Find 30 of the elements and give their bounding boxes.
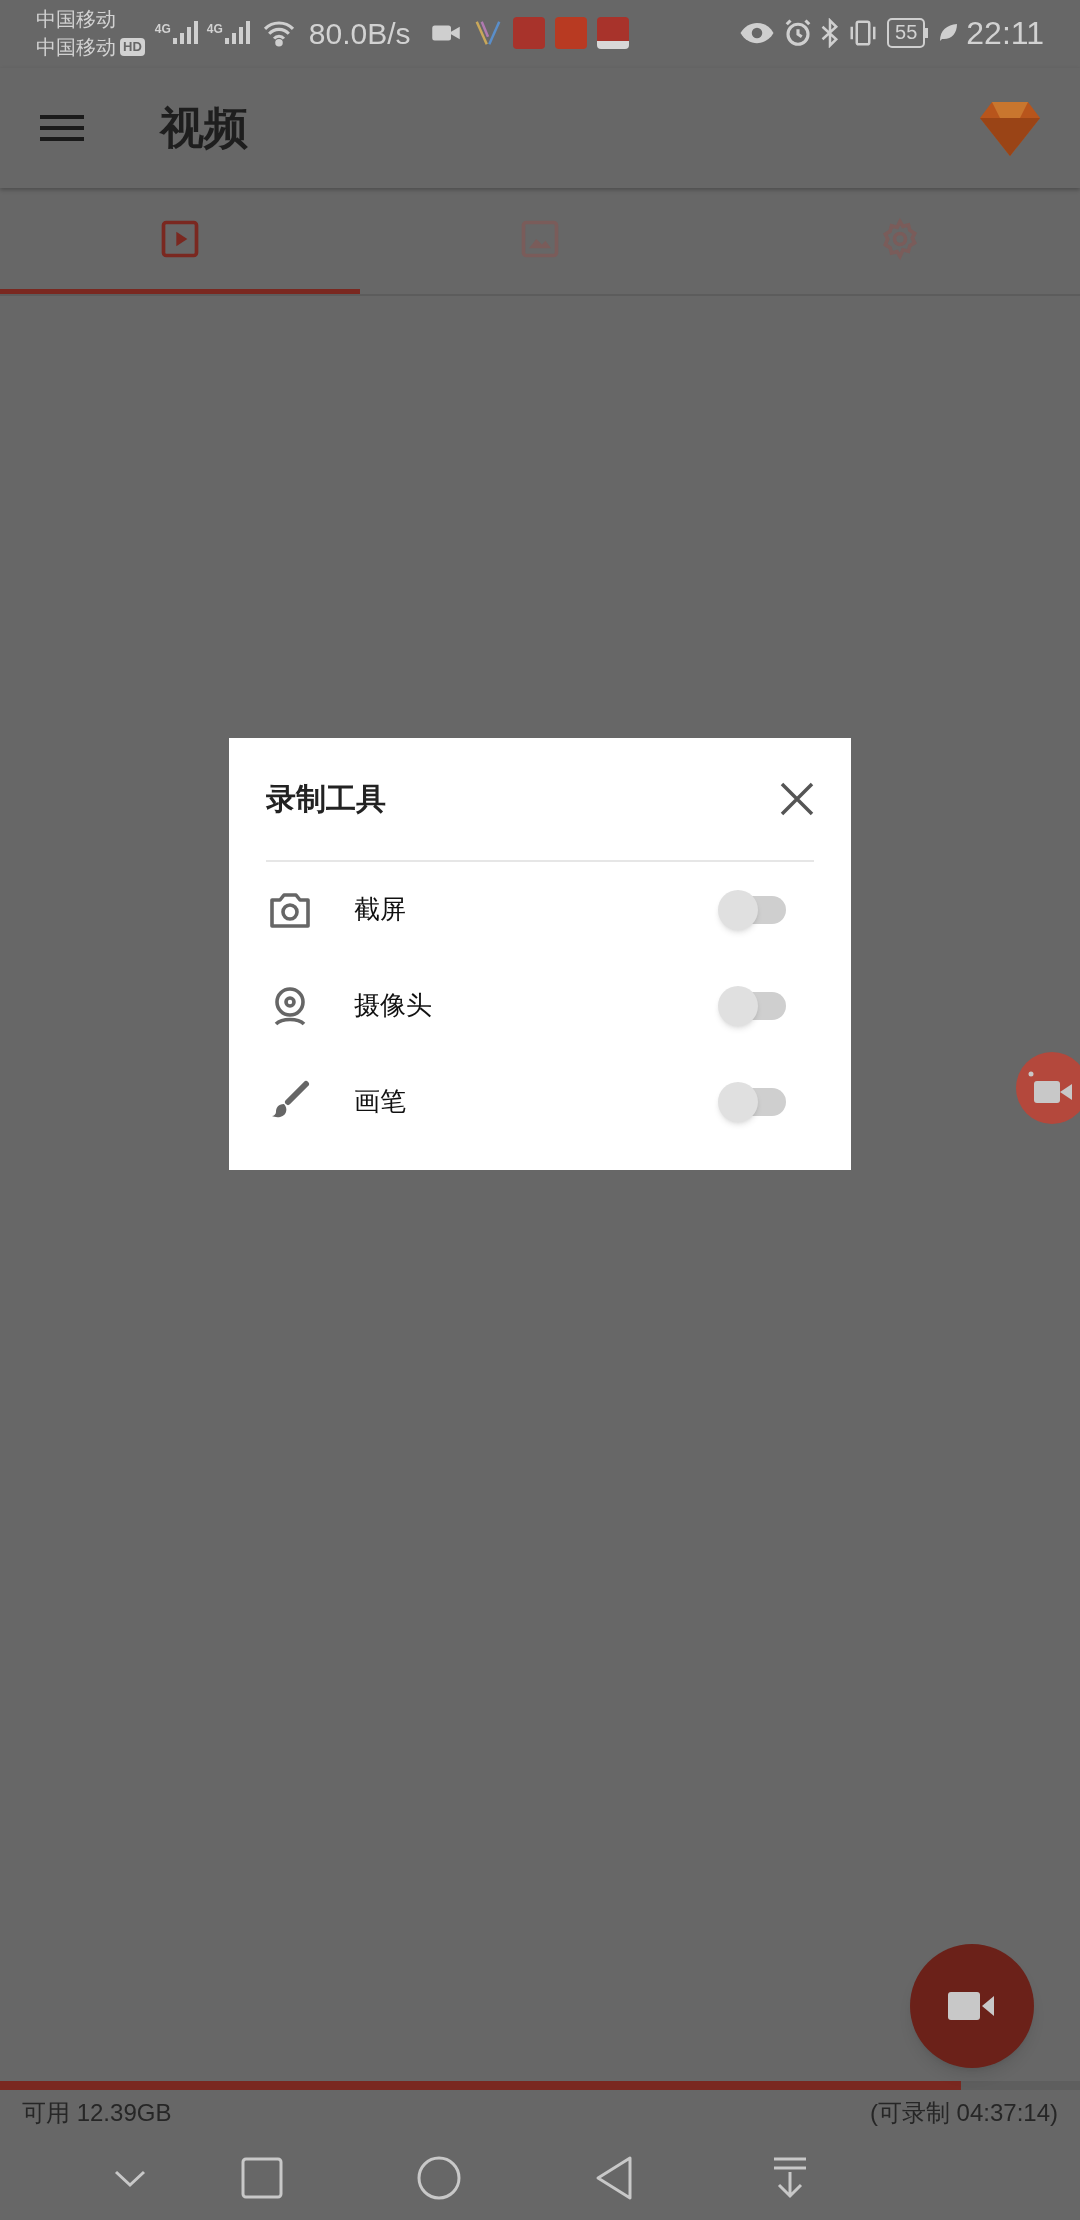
recent-apps-icon[interactable] bbox=[240, 2156, 284, 2200]
back-icon[interactable] bbox=[594, 2155, 634, 2201]
signal-icon bbox=[170, 20, 201, 46]
recordable-time: (可录制 04:37:14) bbox=[869, 2098, 1058, 2128]
signal-icon bbox=[222, 20, 253, 46]
hd-badge: HD bbox=[120, 38, 145, 56]
tool-label: 摄像头 bbox=[354, 989, 432, 1022]
close-icon[interactable] bbox=[780, 781, 814, 816]
battery-tip bbox=[925, 28, 929, 38]
menu-icon[interactable] bbox=[40, 112, 84, 144]
gem-icon[interactable] bbox=[980, 100, 1040, 156]
app-notification-icon bbox=[554, 17, 587, 49]
tool-label: 截屏 bbox=[354, 893, 406, 926]
home-icon[interactable] bbox=[416, 2155, 462, 2201]
battery-level: 55 bbox=[887, 18, 926, 48]
clock: 22:11 bbox=[966, 14, 1044, 53]
app-title: 视频 bbox=[160, 102, 248, 154]
floating-record-button[interactable] bbox=[1016, 1052, 1080, 1124]
available-storage: 可用 12.39GB bbox=[22, 2098, 172, 2128]
network-type: 4G bbox=[154, 21, 171, 38]
network-type: 4G bbox=[206, 21, 223, 38]
carrier-name: 中国移动 bbox=[36, 35, 116, 60]
video-camera-icon bbox=[1028, 1071, 1074, 1105]
tool-label: 画笔 bbox=[354, 1085, 406, 1118]
dialog-title: 录制工具 bbox=[266, 781, 386, 817]
network-speed: 80.0B/s bbox=[308, 15, 411, 52]
app-notification-icon bbox=[596, 17, 629, 49]
video-camera-icon bbox=[948, 1990, 996, 2022]
app-notification-icon bbox=[512, 17, 545, 49]
carrier-name: 中国移动 bbox=[36, 7, 117, 32]
